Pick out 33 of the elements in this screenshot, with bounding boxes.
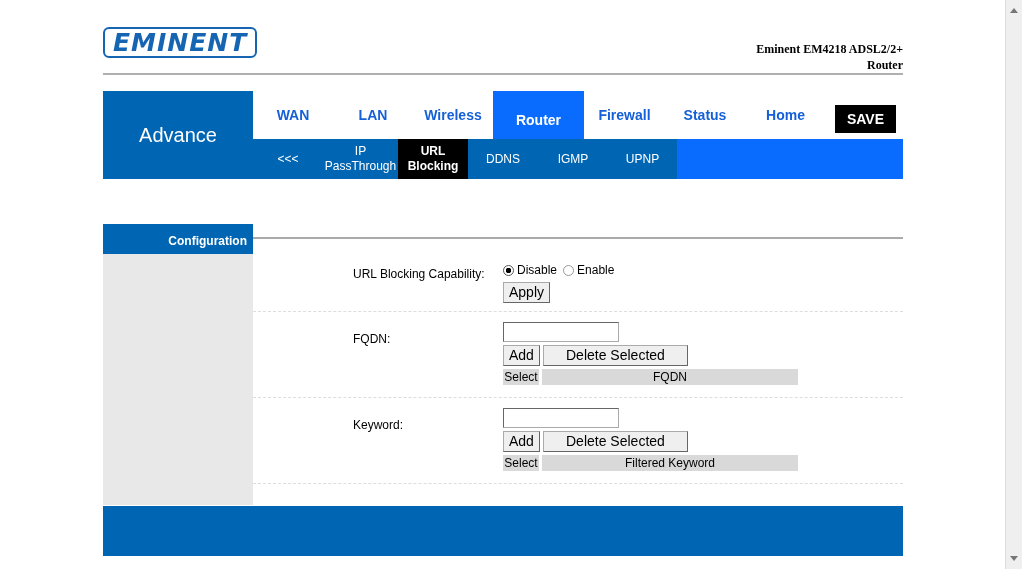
column-header: Select [503,455,539,471]
input-field[interactable] [503,322,619,342]
sub-tab[interactable]: DDNS [468,139,538,179]
scrollbar[interactable] [1005,0,1022,569]
field-label: Keyword: [352,417,405,434]
delete-button[interactable]: Delete Selected [542,345,688,366]
sub-tab[interactable]: IP PassThrough [323,139,398,179]
scroll-down-icon[interactable] [1010,556,1018,561]
option-label: Enable [577,262,615,279]
save-button[interactable]: SAVE [835,105,896,133]
scroll-up-icon[interactable] [1010,8,1018,13]
field-label: URL Blocking Capability: [352,266,486,283]
add-button[interactable]: Add [503,345,540,366]
device-title: Eminent EM4218 ADSL2/2+ Router [755,41,903,73]
section-title: Advance [103,91,253,179]
sub-tab[interactable]: URL Blocking [398,139,468,179]
radio-button[interactable] [563,264,575,276]
column-header: Filtered Keyword [542,455,798,471]
sidebar-item[interactable]: Configuration [103,224,253,254]
sub-tab[interactable]: UPNP [608,139,677,179]
logo: EMINENT [103,27,258,58]
column-header: FQDN [542,369,798,385]
column-header: Select [503,369,539,385]
sub-tab[interactable]: IGMP [538,139,608,179]
radio-button[interactable] [503,264,514,276]
apply-button[interactable]: Apply [503,282,551,303]
field-label: FQDN: [352,331,392,348]
sub-tab[interactable]: <<< [253,139,323,179]
option-label: Disable [517,262,558,279]
input-field[interactable] [503,408,619,428]
nav-tab[interactable]: Router [493,91,584,139]
add-button[interactable]: Add [503,431,540,452]
delete-button[interactable]: Delete Selected [542,431,688,452]
